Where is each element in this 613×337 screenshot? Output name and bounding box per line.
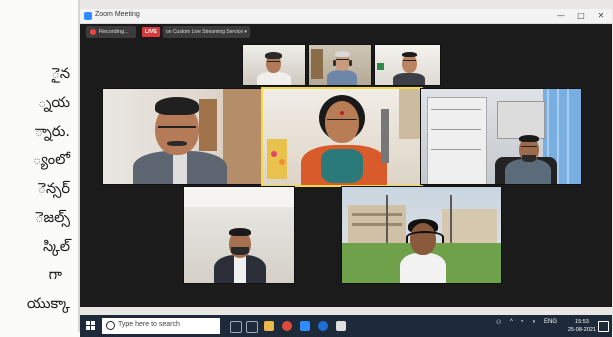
minimize-button[interactable]: — [554, 10, 568, 22]
mic-icon[interactable] [230, 321, 242, 333]
record-dot-icon [90, 29, 96, 35]
participant-video-tile[interactable] [308, 44, 372, 86]
monitor-screen: Zoom Meeting — □ ✕ Recording... LIVE on … [78, 0, 613, 337]
page-text-line: ెజల్స్ [35, 210, 70, 226]
volume-icon[interactable]: ◖ [532, 319, 536, 325]
participant-video-tile[interactable] [420, 88, 582, 185]
participant-video-tile[interactable] [183, 186, 295, 284]
search-placeholder: Type here to search [118, 321, 180, 328]
chrome-icon[interactable] [282, 321, 292, 331]
page-text-line: ్నారు. [34, 124, 70, 140]
live-stream-dropdown[interactable]: on Custom Live Streaming Service ▾ [163, 26, 250, 38]
maximize-button[interactable]: □ [574, 10, 588, 22]
page-text-line: గా [48, 267, 62, 283]
language-indicator[interactable]: ENG [544, 319, 557, 325]
page-text-line: స్కిల్ [42, 239, 70, 255]
zoom-app-icon [84, 12, 92, 20]
search-icon [106, 321, 115, 330]
notification-icon[interactable] [598, 321, 609, 332]
participant-video-tile[interactable] [341, 186, 502, 284]
live-badge: LIVE [142, 27, 160, 37]
security-shield-icon[interactable] [336, 321, 346, 331]
participant-video-tile[interactable] [374, 44, 441, 86]
network-icon[interactable]: ◔ [520, 319, 524, 325]
close-button[interactable]: ✕ [594, 10, 608, 22]
edge-icon[interactable] [318, 321, 328, 331]
windows-start-icon[interactable] [86, 321, 96, 331]
zoom-meeting-window: Zoom Meeting — □ ✕ Recording... LIVE on … [80, 9, 612, 337]
task-view-icon[interactable] [246, 321, 258, 333]
active-speaker-tile[interactable] [261, 87, 423, 187]
recording-indicator[interactable]: Recording... [86, 26, 136, 38]
page-text-line: ైన [51, 66, 70, 82]
participant-video-tile[interactable] [242, 44, 306, 86]
window-title: Zoom Meeting [95, 11, 140, 18]
clock-time: 15:53 [575, 319, 589, 325]
printed-page-margin: ైన ్నయ ్నారు. ్యంలో ెన్సర్ ెజల్స్ స్కిల్… [0, 0, 80, 332]
tray-chevron-icon[interactable]: ^ [510, 319, 513, 325]
page-text-line: ్నయ [37, 95, 70, 111]
participant-video-tile[interactable] [102, 88, 262, 185]
windows-taskbar: Type here to search ⚇ ^ ◔ ◖ ENG 15:53 25… [80, 315, 612, 337]
recording-label: Recording... [99, 29, 129, 35]
window-titlebar[interactable]: Zoom Meeting — □ ✕ [80, 9, 612, 24]
zoom-taskbar-icon[interactable] [300, 321, 310, 331]
page-text-line: యుక్కా [26, 296, 70, 312]
clock-date: 25-08-2021 [567, 327, 596, 333]
page-text-line: ్యంలో [33, 152, 70, 168]
page-text-line: ెన్సర్ [37, 181, 70, 197]
people-icon[interactable]: ⚇ [496, 319, 501, 326]
file-explorer-icon[interactable] [264, 321, 274, 331]
